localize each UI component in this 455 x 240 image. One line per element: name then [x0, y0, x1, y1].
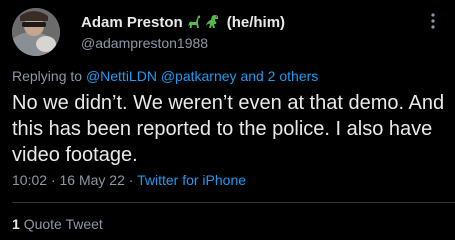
tweet-time[interactable]: 10:02 [12, 172, 47, 188]
author-pronouns: (he/him) [226, 13, 286, 31]
mention-link-others[interactable]: and 2 others [240, 68, 318, 84]
quote-tweet-label: Quote Tweet [23, 216, 103, 232]
tweet-source-link[interactable]: Twitter for iPhone [137, 172, 246, 188]
avatar[interactable] [12, 8, 60, 56]
tweet-meta: 10:02 · 16 May 22 · Twitter for iPhone [12, 172, 246, 188]
tweet-card: Adam Preston (he/him) @adampreston1988 R… [0, 0, 455, 240]
t-rex-emoji-icon [205, 14, 221, 30]
replying-to-line: Replying to @NettiLDN @patkarney and 2 o… [12, 68, 318, 84]
quote-tweets-stat[interactable]: 1 Quote Tweet [12, 216, 103, 232]
mention-link-patkarney[interactable]: @patkarney [161, 68, 237, 84]
sauropod-emoji-icon [186, 14, 202, 30]
author-handle[interactable]: @adampreston1988 [81, 35, 208, 51]
replying-to-label: Replying to [12, 68, 83, 84]
tweet-date[interactable]: 16 May 22 [60, 172, 125, 188]
mention-link-nettildn[interactable]: @NettiLDN [86, 68, 157, 84]
divider [12, 202, 455, 203]
author-display-name[interactable]: Adam Preston [81, 14, 183, 31]
tweet-text: No we didn’t. We weren’t even at that de… [12, 92, 445, 166]
meta-separator: · [128, 172, 134, 188]
meta-separator: · [50, 172, 56, 188]
quote-tweet-count: 1 [12, 216, 20, 232]
author-name-row: Adam Preston (he/him) [81, 12, 285, 32]
more-options-icon[interactable] [425, 12, 441, 30]
